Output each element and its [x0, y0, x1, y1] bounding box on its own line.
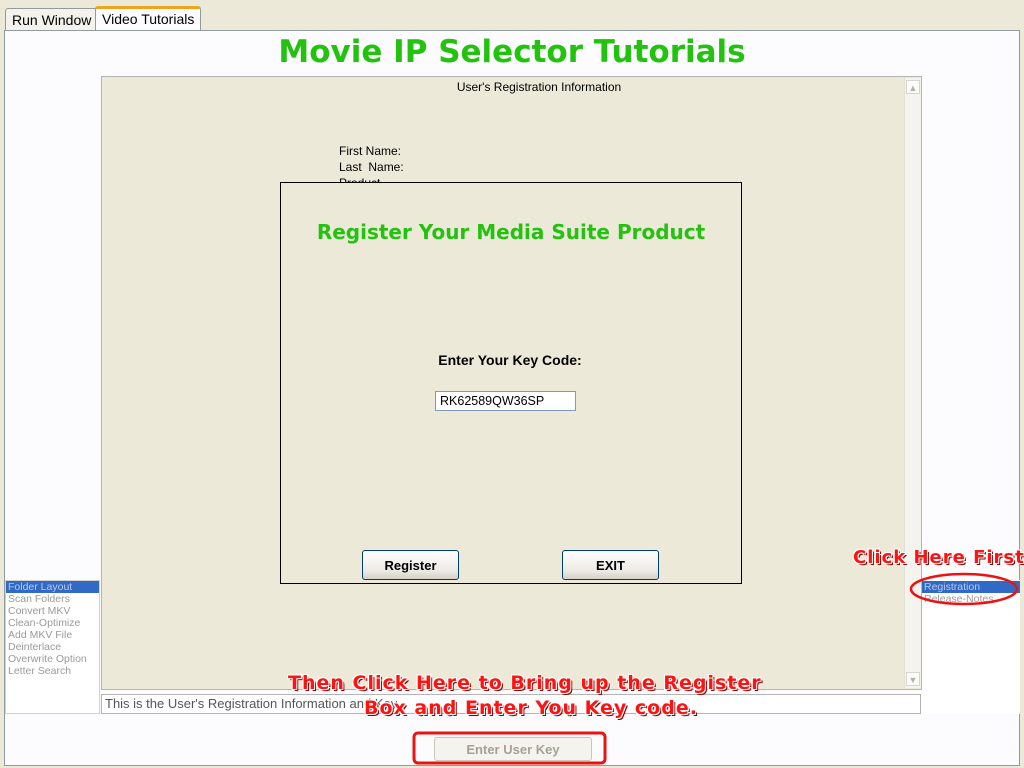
tutorial-list-left[interactable]: Folder Layout Scan Folders Convert MKV C…	[5, 580, 100, 714]
document-heading: User's Registration Information	[456, 80, 622, 94]
key-code-label: Enter Your Key Code:	[438, 352, 582, 368]
annotation-then-click-line2: Box and Enter You Key code.	[364, 697, 698, 719]
annotation-then-click-line1: Then Click Here to Bring up the Register	[288, 672, 762, 694]
list-item-convert-mkv[interactable]: Convert MKV	[6, 605, 99, 617]
list-item-letter-search[interactable]: Letter Search	[6, 665, 99, 677]
list-item-overwrite-option[interactable]: Overwrite Option	[6, 653, 99, 665]
enter-user-key-button[interactable]: Enter User Key	[434, 737, 592, 761]
tab-run-window[interactable]: Run Window	[5, 8, 99, 30]
tutorial-list-right[interactable]: Registration Release-Notes	[922, 580, 1020, 714]
list-item-add-mkv-file[interactable]: Add MKV File	[6, 629, 99, 641]
list-item-deinterlace[interactable]: Deinterlace	[6, 641, 99, 653]
page-title: Movie IP Selector Tutorials	[278, 34, 746, 70]
exit-button[interactable]: EXIT	[562, 550, 659, 580]
register-button[interactable]: Register	[362, 550, 459, 580]
list-item-clean-optimize[interactable]: Clean-Optimize	[6, 617, 99, 629]
first-name-label: First Name:	[339, 144, 402, 158]
key-code-input[interactable]	[435, 391, 576, 411]
document-scrollbar[interactable]: ▲ ▼	[904, 78, 921, 688]
annotation-click-first: Click Here First	[853, 547, 1024, 568]
tab-video-tutorials[interactable]: Video Tutorials	[95, 6, 202, 32]
list-item-scan-folders[interactable]: Scan Folders	[6, 593, 99, 605]
list-item-folder-layout[interactable]: Folder Layout	[6, 581, 99, 593]
list-item-release-notes[interactable]: Release-Notes	[922, 593, 1020, 605]
scroll-down-arrow-icon[interactable]: ▼	[906, 672, 920, 686]
last-name-label: Last Name:	[339, 160, 404, 174]
dialog-title: Register Your Media Suite Product	[316, 220, 706, 244]
list-item-registration[interactable]: Registration	[922, 581, 1020, 593]
